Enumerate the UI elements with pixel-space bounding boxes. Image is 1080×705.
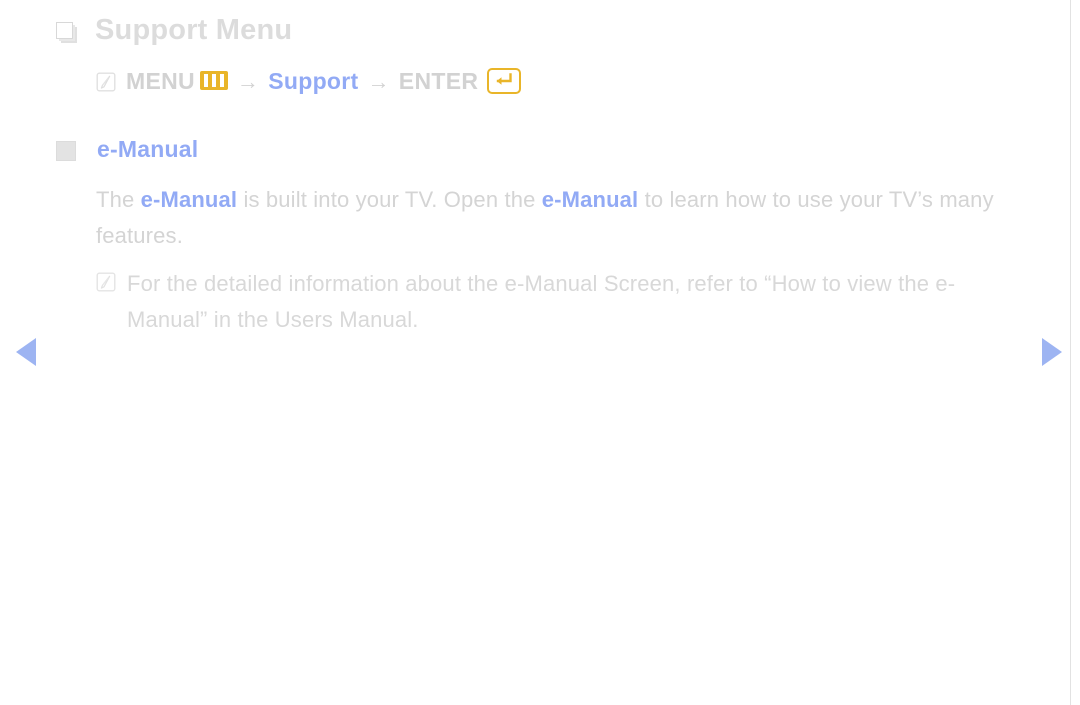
menu-path-separator-2: → xyxy=(367,68,390,94)
menu-path-menu-label: MENU xyxy=(126,68,195,94)
page-title: Support Menu xyxy=(95,14,293,46)
page-title-row: Support Menu xyxy=(56,16,292,45)
menu-path-support-label[interactable]: Support xyxy=(268,68,358,95)
menu-key-icon xyxy=(199,71,228,90)
paragraph-emphasis-2: e-Manual xyxy=(541,187,639,212)
menu-path-breadcrumb: MENU → Support → ENTER xyxy=(96,67,522,95)
note-row: For the detailed information about the e… xyxy=(96,266,1026,338)
previous-page-arrow-icon[interactable] xyxy=(16,338,36,366)
square-bullet-icon xyxy=(56,141,76,161)
document-stack-icon xyxy=(56,22,78,44)
paragraph-emphasis-1: e-Manual xyxy=(140,187,238,212)
manual-page: Support Menu MENU → Support → ENTER e-Ma… xyxy=(0,0,1080,705)
section-heading-row: e-Manual xyxy=(56,138,198,161)
menu-path-enter-label: ENTER xyxy=(398,68,479,94)
page-right-divider xyxy=(1070,0,1071,705)
menu-path-separator-1: → xyxy=(236,68,260,94)
paragraph-text-part-1: The xyxy=(96,187,141,212)
next-page-arrow-icon[interactable] xyxy=(1042,338,1062,366)
section-heading: e-Manual xyxy=(97,136,199,162)
note-icon xyxy=(96,72,116,92)
enter-key-icon xyxy=(487,67,522,94)
section-paragraph: The e-Manual is built into your TV. Open… xyxy=(96,182,1016,254)
note-icon xyxy=(96,272,116,292)
paragraph-text-part-2: is built into your TV. Open the xyxy=(237,187,542,212)
note-text: For the detailed information about the e… xyxy=(127,271,956,332)
